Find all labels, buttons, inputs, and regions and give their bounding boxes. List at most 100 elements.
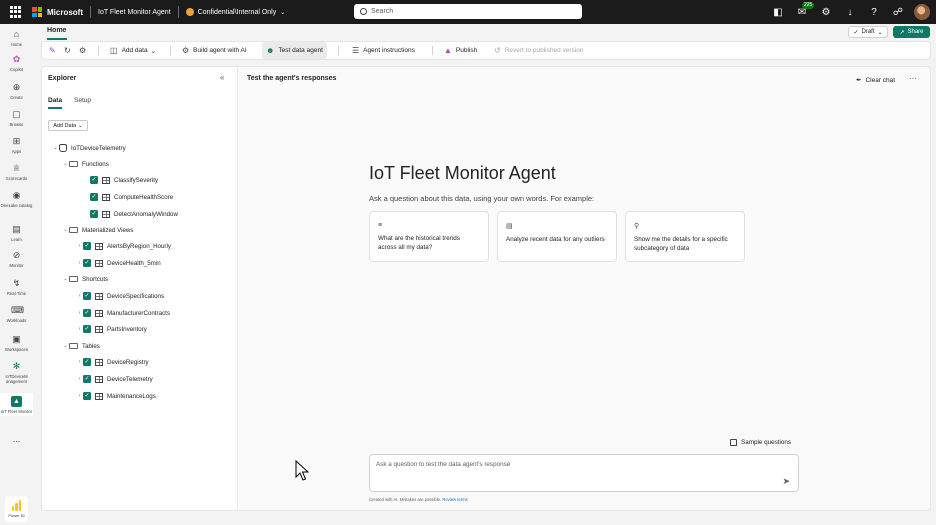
publish-button[interactable]: ▲ Publish: [440, 42, 481, 59]
item-name[interactable]: IoT Fleet Monitor Agent: [98, 9, 171, 16]
settings-button[interactable]: ⚙: [75, 42, 94, 59]
tree-item[interactable]: ✓ ClassifySeverity: [42, 174, 232, 186]
tree-item[interactable]: › ✓ DeviceHealth_5min: [42, 257, 232, 269]
test-agent-button[interactable]: ☻ Test data agent: [262, 42, 327, 59]
layout-icon[interactable]: ◧: [766, 0, 790, 24]
checkbox[interactable]: ✓: [83, 309, 91, 317]
app-launcher-icon[interactable]: [10, 6, 22, 18]
rail-item-onelake[interactable]: ◉ OneLake catalog: [0, 190, 33, 208]
rail-item-iotdevicemanagement[interactable]: ✻ IoTDeviceM anagement: [0, 361, 33, 384]
more-icon[interactable]: ...: [0, 434, 33, 444]
tree-item[interactable]: › ✓ AlertsByRegion_Hourly: [42, 240, 232, 252]
chevron-right-icon[interactable]: ›: [76, 393, 83, 399]
chevron-right-icon[interactable]: ›: [76, 260, 83, 266]
checkbox[interactable]: ✓: [83, 392, 91, 400]
chevron-down-icon[interactable]: ⌄: [280, 9, 285, 16]
chevron-right-icon[interactable]: ›: [76, 326, 83, 332]
rail-item-workloads[interactable]: ⌨ Workloads: [0, 305, 33, 323]
share-button[interactable]: ↗ Share: [893, 26, 930, 38]
checkbox[interactable]: ✓: [83, 259, 91, 267]
explorer-title: Explorer: [48, 75, 77, 82]
tree-database[interactable]: ⌄ IoTDeviceTelemetry: [42, 142, 232, 154]
instructions-icon: ☰: [352, 46, 360, 55]
rail-item-monitor[interactable]: ⊘ Monitor: [0, 250, 33, 268]
share-icon[interactable]: ☍: [886, 0, 910, 24]
rail-item-realtime[interactable]: ↯ Real-Time: [0, 278, 33, 296]
help-icon[interactable]: ?: [862, 0, 886, 24]
chevron-right-icon[interactable]: ›: [76, 359, 83, 365]
clear-chat-button[interactable]: ✒ Clear chat: [856, 76, 895, 85]
agent-instructions-button[interactable]: ☰ Agent instructions: [348, 42, 419, 59]
search-detail-icon: ⚲: [634, 223, 640, 230]
brand-name[interactable]: Microsoft: [47, 8, 83, 17]
checkbox[interactable]: ✓: [90, 193, 98, 201]
checkbox[interactable]: ✓: [83, 375, 91, 383]
draft-dropdown[interactable]: ✓ Draft ⌄: [848, 26, 888, 38]
sample-questions-button[interactable]: Sample questions: [730, 439, 791, 446]
notifications-icon[interactable]: ✉ 225: [790, 0, 815, 24]
rail-item-workspaces[interactable]: ▣ Workspaces: [0, 334, 33, 352]
rail-item-create[interactable]: ⊕ Create: [0, 82, 33, 100]
chevron-down-icon[interactable]: ⌄: [62, 227, 69, 233]
suggestion-card[interactable]: ⚲ Show me the details for a specific sub…: [625, 211, 745, 262]
checkbox[interactable]: ✓: [83, 292, 91, 300]
tab-data[interactable]: Data: [48, 97, 62, 104]
settings-icon[interactable]: ⚙: [814, 0, 838, 24]
rail-item-scorecards[interactable]: ♕ Scorecards: [0, 163, 33, 181]
download-icon[interactable]: ↓: [838, 0, 862, 24]
chevron-down-icon[interactable]: ⌄: [52, 145, 59, 151]
checkbox[interactable]: ✓: [83, 242, 91, 250]
tab-home[interactable]: Home: [47, 27, 66, 34]
tree-item[interactable]: › ✓ ManufacturerContracts: [42, 307, 232, 319]
checkbox[interactable]: ✓: [83, 358, 91, 366]
tree-item[interactable]: › ✓ DeviceTelemetry: [42, 373, 232, 385]
divider: [90, 6, 91, 18]
chevron-right-icon[interactable]: ›: [76, 243, 83, 249]
folder-icon: [69, 227, 78, 233]
function-icon: [102, 193, 110, 201]
tree-item[interactable]: › ✓ DeviceSpecifications: [42, 290, 232, 302]
tree-item[interactable]: › ✓ MaintenanceLogs: [42, 390, 232, 402]
chevron-right-icon[interactable]: ›: [76, 376, 83, 382]
checkbox[interactable]: ✓: [90, 210, 98, 218]
tab-setup[interactable]: Setup: [74, 97, 91, 104]
more-options-icon[interactable]: ···: [909, 74, 917, 83]
sensitivity-label[interactable]: Confidential\Internal Only: [198, 9, 277, 16]
rail-item-iot-fleet-monitor[interactable]: ▲ IoT Fleet Monitor: [0, 393, 33, 416]
chevron-down-icon[interactable]: ⌄: [62, 161, 69, 167]
revert-button[interactable]: ↺ Revert to published version: [490, 42, 587, 59]
add-data-button[interactable]: ◫ Add data ⌄: [106, 42, 160, 59]
suggestion-card[interactable]: ≡ What are the historical trends across …: [369, 211, 489, 262]
chevron-down-icon[interactable]: ⌄: [62, 343, 69, 349]
powerbi-switcher[interactable]: Power BI: [5, 496, 28, 522]
rail-item-learn[interactable]: ▤ Learn: [0, 224, 33, 242]
tree-item[interactable]: ✓ ComputeHealthScore: [42, 191, 232, 203]
rail-item-home[interactable]: ⌂ Home: [0, 29, 33, 47]
tree-item[interactable]: › ✓ DeviceRegistry: [42, 356, 232, 368]
tree-group-views[interactable]: ⌄ Materialized Views: [42, 224, 232, 236]
rail-item-browse[interactable]: ▢ Browse: [0, 109, 33, 127]
tree-group-functions[interactable]: ⌄ Functions: [42, 158, 232, 170]
suggestion-card[interactable]: ▤ Analyze recent data for any outliers: [497, 211, 617, 262]
rail-item-apps[interactable]: ⊞ Apps: [0, 136, 33, 154]
chevron-right-icon[interactable]: ›: [76, 310, 83, 316]
add-data-dropdown[interactable]: Add Data ⌄: [48, 120, 88, 131]
chevron-right-icon[interactable]: ›: [76, 293, 83, 299]
tree-group-tables[interactable]: ⌄ Tables: [42, 340, 232, 352]
chevron-down-icon: ⌄: [150, 47, 157, 55]
avatar[interactable]: [914, 4, 930, 20]
checkbox[interactable]: ✓: [90, 176, 98, 184]
build-agent-button[interactable]: ⚙ Build agent with AI: [178, 42, 251, 59]
tree-group-shortcuts[interactable]: ⌄ Shortcuts: [42, 273, 232, 285]
rail-item-copilot[interactable]: ✿ Copilot: [0, 54, 33, 72]
review-terms-link[interactable]: Review terms: [442, 497, 467, 502]
send-icon[interactable]: ➤: [782, 476, 790, 487]
tree-item[interactable]: › ✓ PartsInventory: [42, 323, 232, 335]
checkbox[interactable]: ✓: [83, 325, 91, 333]
panel-title: Test the agent's responses: [247, 75, 337, 82]
collapse-icon[interactable]: «: [220, 73, 224, 82]
search-input[interactable]: Search: [354, 4, 582, 19]
tree-item[interactable]: ✓ DetectAnomalyWindow: [42, 208, 232, 220]
chat-input[interactable]: Ask a question to test the data agent's …: [369, 454, 799, 492]
chevron-down-icon[interactable]: ⌄: [62, 276, 69, 282]
